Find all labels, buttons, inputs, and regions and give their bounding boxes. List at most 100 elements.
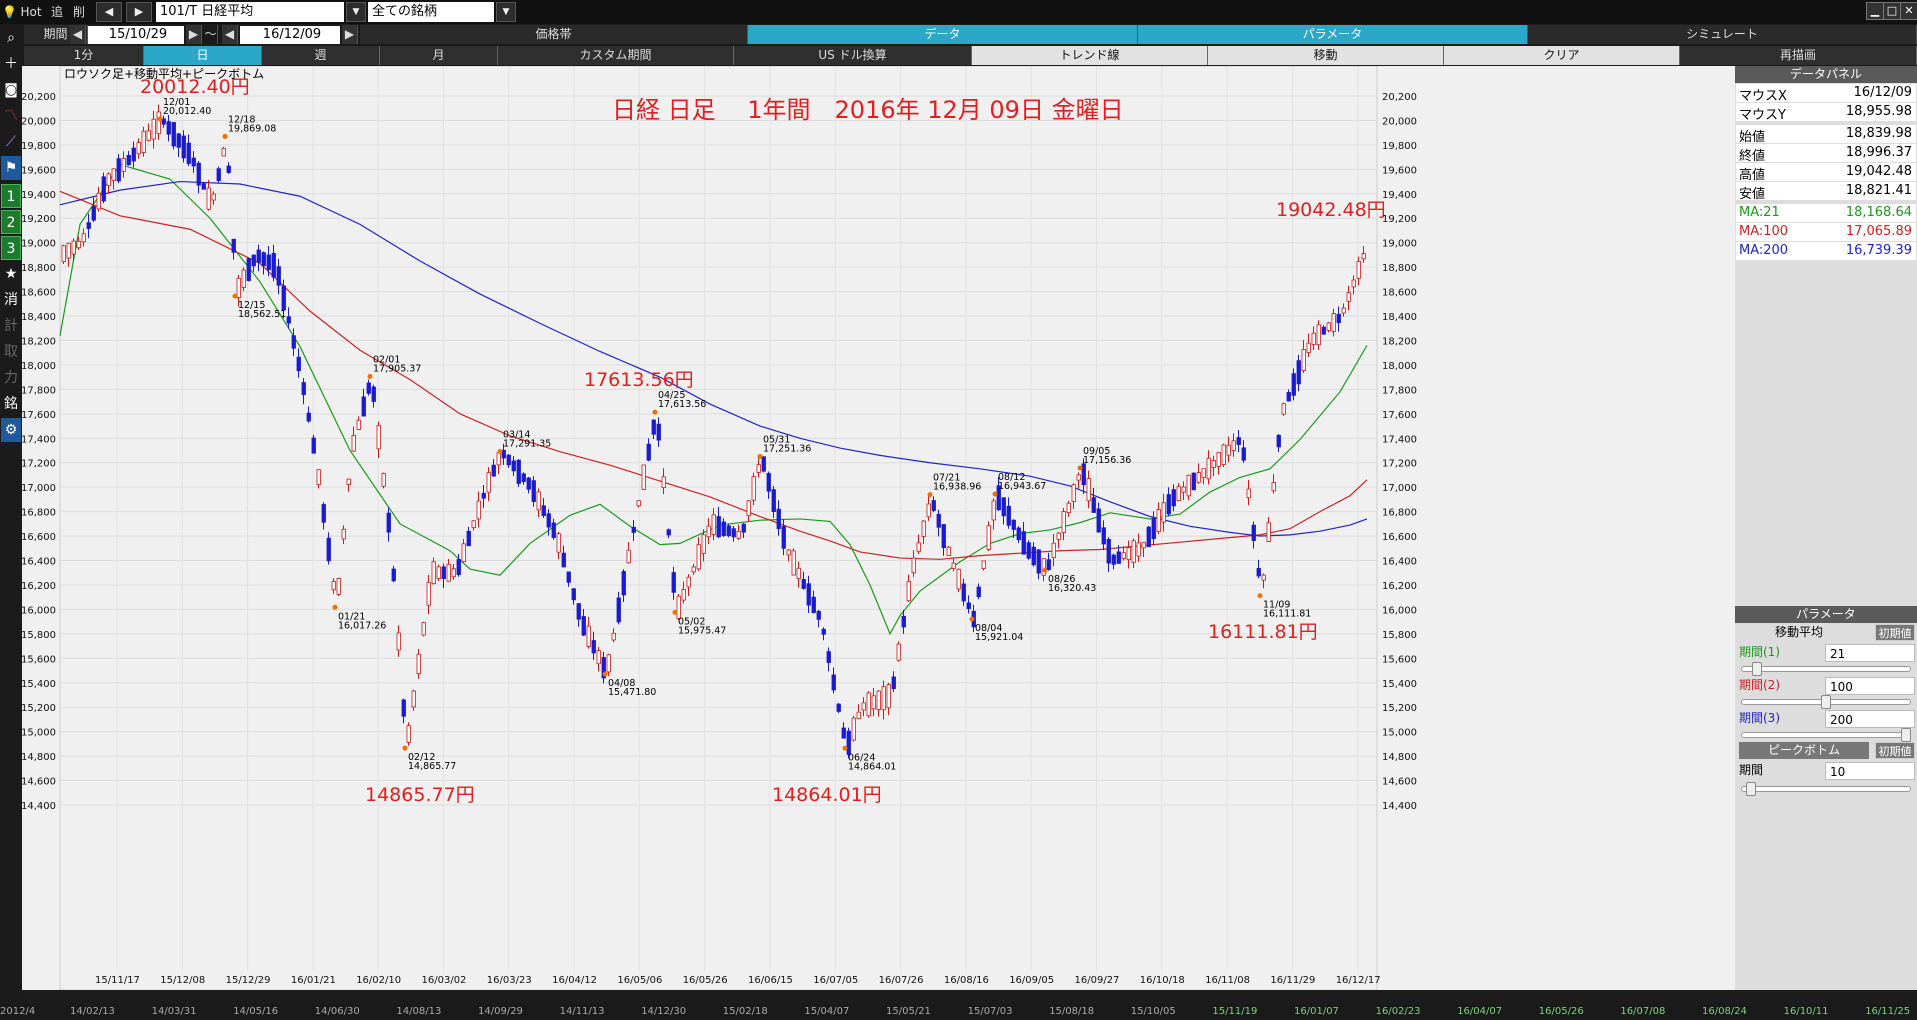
y-tick-left: 17,000 xyxy=(22,483,56,494)
candle-body xyxy=(306,412,311,422)
x-tick: 16/12/17 xyxy=(1336,975,1381,986)
pb-period-slider[interactable] xyxy=(1741,786,1911,792)
power-button[interactable]: 力 xyxy=(1,366,21,390)
preset-2-button[interactable]: 2 xyxy=(1,210,21,234)
end-next-icon[interactable]: ▶ xyxy=(342,25,358,44)
preset-1-button[interactable]: 1 xyxy=(1,184,21,208)
candle-body xyxy=(161,118,166,125)
x-tick: 16/04/12 xyxy=(552,975,597,986)
ma-period-slider-knob[interactable] xyxy=(1821,695,1831,709)
y-tick-left: 19,600 xyxy=(22,165,56,176)
filter-field[interactable]: 全ての銘柄 xyxy=(368,2,494,22)
tab-simulate[interactable]: シミュレート xyxy=(1528,25,1917,44)
crosshair-icon[interactable]: ＋ xyxy=(1,52,21,76)
data-row-label: 終値 xyxy=(1739,149,1766,164)
preset-3-button[interactable]: 3 xyxy=(1,236,21,260)
maximize-icon[interactable]: □ xyxy=(1883,2,1901,20)
overview-tick: 16/11/25 xyxy=(1865,1006,1911,1017)
x-tick: 15/12/29 xyxy=(226,975,271,986)
overview-tick: 16/02/23 xyxy=(1375,1006,1421,1017)
tab-parameter[interactable]: パラメータ xyxy=(1138,25,1528,44)
y-tick-right: 19,800 xyxy=(1382,141,1417,152)
hot-button[interactable]: Hot xyxy=(18,2,44,22)
custom-period-button[interactable]: カスタム期間 xyxy=(498,46,734,65)
calc-button[interactable]: 計 xyxy=(1,314,21,338)
ma-reset-button[interactable]: 初期値 xyxy=(1875,624,1915,641)
camera-icon[interactable]: ◙ xyxy=(1,78,21,102)
y-tick-left: 19,400 xyxy=(22,190,56,201)
sakujo-button[interactable]: 削 xyxy=(70,2,88,22)
start-date-field[interactable]: 15/10/29 xyxy=(88,26,184,44)
ma-period-slider-knob[interactable] xyxy=(1901,728,1911,742)
y-tick-left: 15,800 xyxy=(22,630,56,641)
usd-convert-button[interactable]: US ドル換算 xyxy=(734,46,972,65)
tsui-button[interactable]: 追 xyxy=(48,2,66,22)
overview-tick: 14/08/13 xyxy=(396,1006,442,1017)
symbol-field[interactable]: 101/T 日経平均 xyxy=(156,2,344,22)
bulb-icon[interactable]: 💡 xyxy=(2,2,17,22)
ma-period-slider[interactable] xyxy=(1741,666,1911,672)
prev-arrow-icon[interactable]: ◀ xyxy=(96,2,122,22)
tab-kakakutai[interactable]: 価格帯 xyxy=(360,25,748,44)
ma-period-slider-knob[interactable] xyxy=(1752,662,1763,676)
pb-reset-button[interactable]: 初期値 xyxy=(1875,742,1915,759)
minimize-icon[interactable]: ▁ xyxy=(1866,2,1884,20)
candle-body xyxy=(706,525,711,538)
end-date-field[interactable]: 16/12/09 xyxy=(240,26,340,44)
overview-tick: 16/08/24 xyxy=(1702,1006,1747,1017)
candle-body xyxy=(766,473,771,492)
start-prev-icon[interactable]: ◀ xyxy=(70,25,86,44)
ma-period-slider[interactable] xyxy=(1741,732,1911,738)
candle-body xyxy=(221,148,226,157)
erase-button[interactable]: 消 xyxy=(1,288,21,312)
candle-body xyxy=(346,478,351,485)
pb-period-field[interactable]: 10 xyxy=(1825,762,1915,780)
interval-month[interactable]: 月 xyxy=(380,46,498,65)
candle-body xyxy=(526,477,531,490)
interval-week[interactable]: 週 xyxy=(262,46,380,65)
flag-icon[interactable]: ⚑ xyxy=(1,156,21,180)
start-next-icon[interactable]: ▶ xyxy=(186,25,202,44)
close-icon[interactable]: ✕ xyxy=(1900,2,1917,20)
take-button[interactable]: 取 xyxy=(1,340,21,364)
overview-tick: 16/07/08 xyxy=(1620,1006,1666,1017)
filter-dropdown-icon[interactable]: ▼ xyxy=(496,2,516,22)
candle-body xyxy=(371,386,376,402)
data-row-label: 始値 xyxy=(1739,130,1766,145)
tab-data[interactable]: データ xyxy=(748,25,1138,44)
candle-body xyxy=(831,674,836,691)
ma-period-field[interactable]: 21 xyxy=(1825,644,1915,662)
move-button[interactable]: 移動 xyxy=(1208,46,1444,65)
interval-day[interactable]: 日 xyxy=(144,46,262,65)
gear-icon[interactable]: ⚙ xyxy=(1,418,21,442)
candle-body xyxy=(1191,472,1196,491)
clear-button[interactable]: クリア xyxy=(1444,46,1680,65)
search-icon[interactable]: ⌕ xyxy=(1,26,21,50)
ma-period-field[interactable]: 200 xyxy=(1825,710,1915,728)
candle-body xyxy=(1001,497,1006,517)
y-tick-left: 18,800 xyxy=(22,263,56,274)
pb-period-slider-knob[interactable] xyxy=(1745,782,1756,796)
x-tick: 16/09/27 xyxy=(1075,975,1120,986)
interval-1min[interactable]: 1分 xyxy=(24,46,144,65)
y-tick-left: 14,600 xyxy=(22,777,56,788)
candle-body xyxy=(1286,392,1291,402)
chart-area[interactable]: 12/01 20,012.40 12/18 19,869.08 12/15 18,562.… xyxy=(21,65,1735,991)
next-arrow-icon[interactable]: ▶ xyxy=(126,2,152,22)
candle-body xyxy=(1126,547,1131,561)
ma-period-field[interactable]: 100 xyxy=(1825,677,1915,695)
candle-body xyxy=(611,632,616,641)
symbol-dropdown-icon[interactable]: ▼ xyxy=(346,2,366,22)
line-chart-icon[interactable]: 〽 xyxy=(1,104,21,128)
redraw-button[interactable]: 再描画 xyxy=(1680,46,1917,65)
star-icon[interactable]: ★ xyxy=(1,262,21,286)
candle-body xyxy=(986,525,991,550)
end-prev-icon[interactable]: ◀ xyxy=(222,25,238,44)
trendline-button[interactable]: トレンド線 xyxy=(972,46,1208,65)
y-tick-right: 15,400 xyxy=(1382,679,1417,690)
candle-body xyxy=(791,550,796,576)
candle-body xyxy=(1271,482,1276,492)
trend-icon[interactable]: ⟋ xyxy=(1,130,21,154)
y-tick-right: 15,800 xyxy=(1382,630,1417,641)
symbol-button[interactable]: 銘 xyxy=(1,392,21,416)
